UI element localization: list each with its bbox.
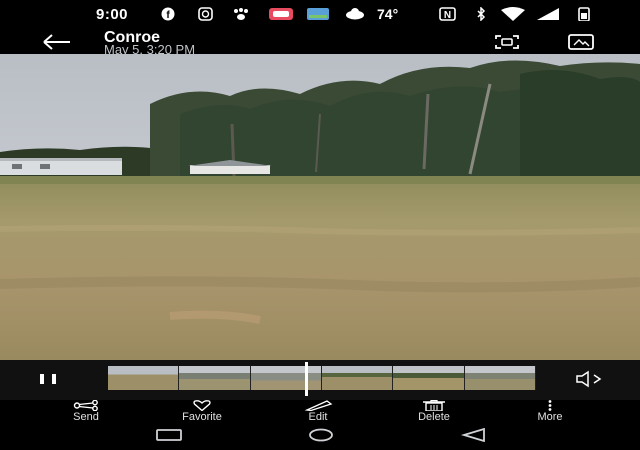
wifi-icon	[501, 7, 525, 21]
photo-viewer[interactable]	[0, 54, 640, 360]
svg-text:N: N	[444, 10, 451, 21]
pencil-icon	[304, 400, 333, 411]
back-icon[interactable]	[460, 428, 488, 442]
filmstrip-frame	[464, 366, 536, 390]
app-header: Conroe May 5, 3:20 PM	[0, 28, 640, 57]
filmstrip-frame	[179, 366, 251, 390]
playback-scrubber[interactable]	[304, 362, 308, 396]
filmstrip-frame	[393, 366, 465, 390]
action-bar: Send Favorite Edit Delete More	[0, 400, 640, 423]
more-vertical-icon	[548, 400, 552, 411]
edit-button[interactable]: Edit	[278, 400, 358, 423]
back-arrow-icon[interactable]	[40, 32, 74, 52]
filmstrip-frame	[250, 366, 322, 390]
cast-icon[interactable]	[566, 33, 596, 51]
system-nav-bar	[0, 422, 640, 450]
volume-icon[interactable]	[574, 370, 610, 388]
send-button[interactable]: Send	[46, 400, 126, 423]
video-filmstrip[interactable]	[108, 366, 536, 390]
lens-icon[interactable]	[492, 33, 522, 51]
clock: 9:00	[96, 6, 129, 23]
pawprint-icon	[234, 8, 248, 20]
heart-icon	[193, 400, 211, 411]
battery-icon	[578, 7, 590, 21]
delete-button[interactable]: Delete	[394, 400, 474, 423]
app-icon	[269, 8, 293, 20]
filmstrip-frame	[108, 366, 180, 390]
trash-icon	[423, 400, 445, 411]
instagram-icon	[198, 7, 213, 21]
video-player-bar	[0, 360, 640, 400]
filmstrip-frame	[321, 366, 394, 390]
temperature: 74°	[377, 6, 399, 22]
bluetooth-icon	[477, 7, 486, 21]
favorite-button[interactable]: Favorite	[162, 400, 242, 423]
status-bar: 9:00 f 74° N	[0, 0, 640, 28]
weather-icon	[346, 8, 364, 20]
nfc-icon: N	[439, 7, 456, 21]
recents-icon[interactable]	[155, 428, 183, 442]
photo-app-icon	[307, 8, 329, 20]
home-icon[interactable]	[307, 428, 335, 442]
signal-icon	[537, 8, 559, 20]
photo-image	[0, 54, 640, 360]
pause-icon[interactable]	[38, 372, 60, 388]
facebook-icon: f	[161, 7, 175, 21]
more-button[interactable]: More	[510, 400, 590, 423]
share-icon	[73, 400, 98, 411]
